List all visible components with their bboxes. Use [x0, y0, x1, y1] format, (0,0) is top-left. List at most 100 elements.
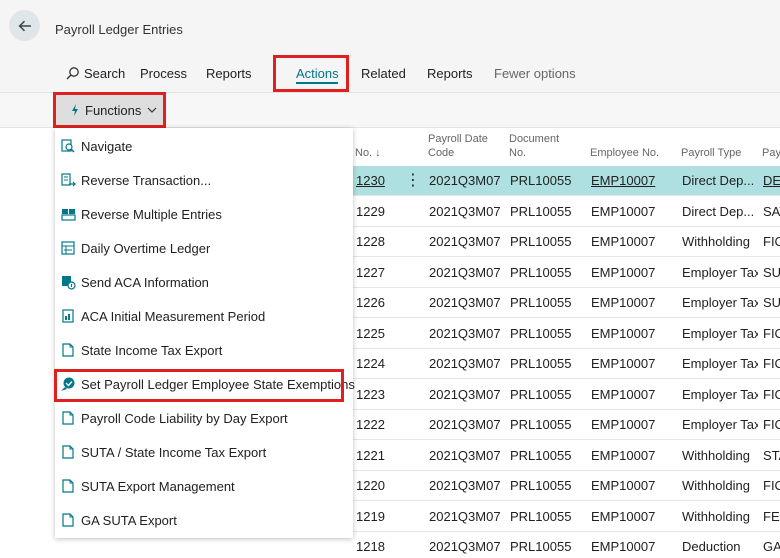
cell-code[interactable]: FIC [763, 471, 780, 501]
cell-code[interactable]: FIC [763, 380, 780, 410]
table-row[interactable]: 1225 2021Q3M07 PRL10055 EMP10007 Employer Ta… [353, 319, 780, 349]
process-button[interactable]: Process [140, 66, 187, 81]
table-row[interactable]: 1228 2021Q3M07 PRL10055 EMP10007 Withholding… [353, 227, 780, 257]
cell-code[interactable]: SAV [763, 197, 780, 227]
cell-emp[interactable]: EMP10007 [591, 532, 676, 558]
cell-code[interactable]: SUT [763, 288, 780, 318]
table-row[interactable]: 1223 2021Q3M07 PRL10055 EMP10007 Employer Ta… [353, 380, 780, 410]
cell-no[interactable]: 1230 [356, 166, 396, 196]
header-pay[interactable]: Pay [762, 128, 780, 166]
cell-emp[interactable]: EMP10007 [591, 288, 676, 318]
header-no[interactable]: No. ↓ [355, 128, 381, 166]
table-row[interactable]: 1220 2021Q3M07 PRL10055 EMP10007 Withholding… [353, 471, 780, 501]
cell-emp[interactable]: EMP10007 [591, 471, 676, 501]
table-row[interactable]: 1222 2021Q3M07 PRL10055 EMP10007 Employer Ta… [353, 410, 780, 440]
header-document-line2: No. [509, 147, 527, 159]
cell-emp[interactable]: EMP10007 [591, 380, 676, 410]
fewer-options-button[interactable]: Fewer options [494, 66, 576, 81]
table-row[interactable]: 1230 2021Q3M07 PRL10055 EMP10007 Direct Dep.… [353, 166, 780, 196]
cell-doc: PRL10055 [510, 173, 572, 188]
cell-emp[interactable]: EMP10007 [591, 258, 676, 288]
cell-code[interactable]: DEF [763, 166, 780, 196]
menu-item-label: SUTA Export Management [81, 478, 235, 494]
cell-no[interactable]: 1221 [356, 441, 396, 471]
menu-item-label: Send ACA Information [81, 274, 209, 290]
menu-item-label: GA SUTA Export [81, 512, 177, 528]
tab-related[interactable]: Related [361, 66, 406, 81]
menu-item-suta-state-income-tax-export[interactable]: SUTA / State Income Tax Export [55, 436, 353, 468]
menu-item-label: State Income Tax Export [81, 342, 223, 358]
table-row[interactable]: 1221 2021Q3M07 PRL10055 EMP10007 Withholding… [353, 441, 780, 471]
cell-no[interactable]: 1228 [356, 227, 396, 257]
cell-pdc: 2021Q3M07 [429, 478, 501, 493]
cell-code[interactable]: STA [763, 441, 780, 471]
cell-code[interactable]: FIC [763, 319, 780, 349]
cell-ptype: Withholding [682, 508, 750, 524]
cell-emp[interactable]: EMP10007 [591, 227, 676, 257]
table-row[interactable]: 1219 2021Q3M07 PRL10055 EMP10007 Withholding… [353, 502, 780, 532]
cell-emp[interactable]: EMP10007 [591, 349, 676, 379]
menu-item-label: Payroll Code Liability by Day Export [81, 410, 288, 426]
cell-code[interactable]: FIC [763, 349, 780, 379]
table-row[interactable]: 1226 2021Q3M07 PRL10055 EMP10007 Employer Ta… [353, 288, 780, 318]
menu-item-label: Daily Overtime Ledger [81, 240, 211, 256]
cell-doc: PRL10055 [510, 325, 572, 341]
cell-code[interactable]: SUT [763, 258, 780, 288]
table-row[interactable]: 1224 2021Q3M07 PRL10055 EMP10007 Employer Ta… [353, 349, 780, 379]
cell-no[interactable]: 1224 [356, 349, 396, 379]
cell-no[interactable]: 1225 [356, 319, 396, 349]
menu-item-reverse-transaction[interactable]: Reverse Transaction... [55, 164, 353, 196]
menu-item-ga-suta-export[interactable]: GA SUTA Export [55, 504, 353, 536]
functions-highlight-box [53, 92, 166, 128]
cell-no[interactable]: 1223 [356, 380, 396, 410]
tab-reports[interactable]: Reports [427, 66, 473, 81]
search-button[interactable]: Search [66, 66, 125, 81]
back-button[interactable] [9, 10, 40, 41]
cell-no[interactable]: 1226 [356, 288, 396, 318]
menu-item-reverse-multiple-entries[interactable]: Reverse Multiple Entries [55, 198, 353, 230]
cell-emp[interactable]: EMP10007 [591, 197, 676, 227]
cell-no[interactable]: 1222 [356, 410, 396, 440]
table-row[interactable]: 1227 2021Q3M07 PRL10055 EMP10007 Employer Ta… [353, 258, 780, 288]
cell-code[interactable]: FIC [763, 410, 780, 440]
row-actions-icon[interactable]: ⋮ [405, 166, 415, 196]
table-row[interactable]: 1229 2021Q3M07 PRL10055 EMP10007 Direct Dep.… [353, 197, 780, 227]
ledger-icon [60, 240, 76, 256]
menu-item-suta-export-management[interactable]: SUTA Export Management [55, 470, 353, 502]
header-payroll-date-code[interactable]: Payroll Date Code [428, 128, 488, 166]
cell-emp[interactable]: EMP10007 [591, 441, 676, 471]
menu-item-send-aca-information[interactable]: Send ACA Information [55, 266, 353, 298]
cell-emp[interactable]: EMP10007 [591, 166, 676, 196]
cell-doc: PRL10055 [510, 447, 572, 463]
cell-no[interactable]: 1220 [356, 471, 396, 501]
header-payroll-type[interactable]: Payroll Type [681, 128, 741, 166]
cell-emp[interactable]: EMP10007 [591, 319, 676, 349]
cell-no[interactable]: 1227 [356, 258, 396, 288]
reverse-transaction-icon [60, 172, 76, 188]
document-icon [60, 444, 76, 460]
menu-item-daily-overtime-ledger[interactable]: Daily Overtime Ledger [55, 232, 353, 264]
header-employee-no[interactable]: Employee No. [590, 128, 659, 166]
header-document-line1: Document [509, 133, 560, 145]
table-row[interactable]: 1218 2021Q3M07 PRL10055 EMP10007 Deduction GA [353, 532, 780, 558]
cell-code[interactable]: FED [763, 502, 780, 532]
menu-item-state-income-tax-export[interactable]: State Income Tax Export [55, 334, 353, 366]
reports-button[interactable]: Reports [206, 66, 252, 81]
cell-ptype: Employer Tax [682, 264, 758, 280]
menu-item-payroll-code-liability-by-day-export[interactable]: Payroll Code Liability by Day Export [55, 402, 353, 434]
cell-code[interactable]: GA [763, 532, 780, 558]
functions-menu: Navigate Reverse Transaction... Reverse Mu… [55, 128, 355, 538]
cell-no[interactable]: 1219 [356, 502, 396, 532]
menu-item-label: ACA Initial Measurement Period [81, 308, 266, 324]
cell-emp[interactable]: EMP10007 [591, 410, 676, 440]
cell-emp[interactable]: EMP10007 [591, 502, 676, 532]
header-document-no[interactable]: Document No. [509, 128, 559, 166]
cell-no[interactable]: 1229 [356, 197, 396, 227]
menu-item-aca-initial-measurement-period[interactable]: ACA Initial Measurement Period [55, 300, 353, 332]
cell-doc: PRL10055 [510, 264, 572, 280]
cell-doc: PRL10055 [510, 356, 572, 371]
cell-pdc: 2021Q3M07 [429, 173, 501, 188]
cell-no[interactable]: 1218 [356, 532, 396, 558]
cell-code[interactable]: FIC [763, 227, 780, 257]
menu-item-navigate[interactable]: Navigate [55, 130, 353, 162]
